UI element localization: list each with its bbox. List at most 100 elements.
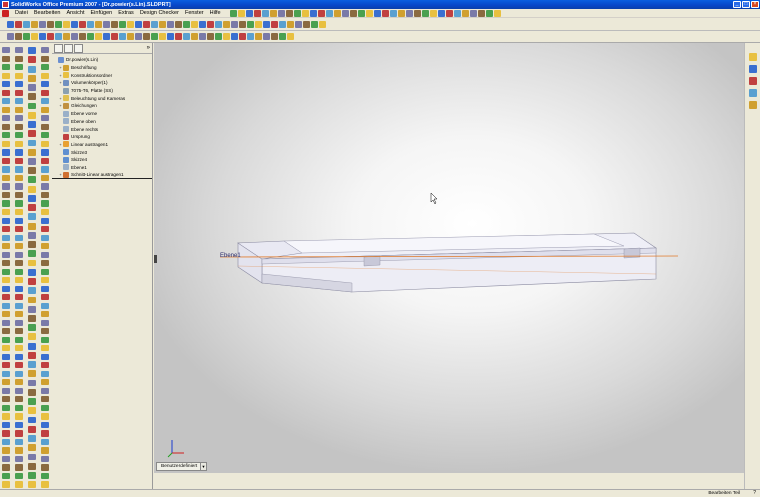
view-tool-icon[interactable] (30, 21, 38, 28)
feature-tool-icon[interactable] (15, 64, 23, 71)
feature-tool-icon[interactable] (15, 226, 23, 233)
sketch-entity-tool-icon[interactable] (28, 453, 36, 461)
tree-item[interactable]: Dr.powier(s.Lin) (52, 56, 152, 64)
feature-tool-icon[interactable] (2, 140, 10, 147)
toolbar-tool-icon[interactable] (374, 9, 382, 17)
sketch-tool-icon[interactable] (54, 33, 62, 40)
toolbar-tool-icon[interactable] (486, 9, 494, 17)
tree-item[interactable]: + Gleichungen (52, 102, 152, 110)
feature-tool-icon[interactable] (2, 370, 10, 377)
tree-item[interactable]: + Beschriftung (52, 64, 152, 72)
view-tool-icon[interactable] (174, 21, 182, 28)
feature-tool-icon[interactable] (15, 251, 23, 258)
sketch-tool-icon[interactable] (102, 33, 110, 40)
feature-tool-icon[interactable] (2, 404, 10, 411)
feature-tool-icon[interactable] (15, 243, 23, 250)
view-tool-icon[interactable] (254, 21, 262, 28)
utility-tool-icon[interactable] (41, 362, 49, 369)
feature-tool-icon[interactable] (15, 183, 23, 190)
feature-tool-icon[interactable] (15, 319, 23, 326)
sketch-tool-icon[interactable] (70, 33, 78, 40)
sketch-tool-icon[interactable] (142, 33, 150, 40)
tab-property-manager[interactable] (64, 43, 73, 53)
view-tool-icon[interactable] (62, 21, 70, 28)
feature-tool-icon[interactable] (15, 277, 23, 284)
sketch-entity-tool-icon[interactable] (28, 250, 36, 258)
graphics-area[interactable]: Ebene1 Benutzerdefiniert ▼ (154, 43, 744, 473)
utility-tool-icon[interactable] (41, 413, 49, 420)
feature-tool-icon[interactable] (2, 106, 10, 113)
feature-tool-icon[interactable] (15, 191, 23, 199)
toolbar-tool-icon[interactable] (366, 9, 374, 17)
feature-tool-icon[interactable] (2, 200, 10, 207)
utility-tool-icon[interactable] (41, 464, 49, 471)
sketch-tool-icon[interactable] (110, 33, 118, 40)
view-tool-icon[interactable] (102, 21, 110, 28)
sketch-entity-tool-icon[interactable] (28, 398, 36, 405)
view-tool-icon[interactable] (150, 21, 158, 28)
sketch-tool-icon[interactable] (286, 33, 294, 40)
model-view[interactable] (154, 43, 744, 473)
view-tool-icon[interactable] (134, 21, 142, 28)
sketch-tool-icon[interactable] (30, 33, 38, 40)
feature-tool-icon[interactable] (15, 98, 23, 105)
feature-tool-icon[interactable] (2, 353, 10, 360)
sketch-tool-icon[interactable] (158, 33, 166, 40)
feature-tool-icon[interactable] (15, 268, 23, 275)
sketch-entity-tool-icon[interactable] (28, 481, 36, 489)
view-tool-icon[interactable] (110, 21, 118, 28)
tree-item[interactable]: Ebene1 (52, 164, 152, 172)
feature-tool-icon[interactable] (2, 64, 10, 71)
minimize-button[interactable]: _ (733, 1, 741, 8)
feature-tool-icon[interactable] (15, 311, 23, 318)
sketch-entity-tool-icon[interactable] (28, 370, 36, 378)
utility-tool-icon[interactable] (41, 285, 49, 292)
view-tool-icon[interactable] (310, 21, 318, 28)
toolbar-tool-icon[interactable] (430, 9, 438, 17)
feature-tool-icon[interactable] (15, 396, 23, 403)
sketch-entity-tool-icon[interactable] (28, 241, 36, 248)
toolbar-tool-icon[interactable] (398, 9, 406, 17)
sketch-entity-tool-icon[interactable] (28, 231, 36, 239)
toolbar-tool-icon[interactable] (286, 9, 294, 17)
feature-tool-icon[interactable] (15, 123, 23, 130)
utility-tool-icon[interactable] (41, 166, 49, 173)
sketch-entity-tool-icon[interactable] (28, 194, 36, 202)
slot-notch-left[interactable] (363, 255, 381, 267)
toolbar-tool-icon[interactable] (278, 9, 286, 17)
feature-tool-icon[interactable] (2, 166, 10, 173)
toolbar-tool-icon[interactable] (342, 9, 350, 17)
sketch-entity-tool-icon[interactable] (28, 185, 36, 193)
feature-tool-icon[interactable] (2, 311, 10, 318)
utility-tool-icon[interactable] (41, 268, 49, 275)
utility-tool-icon[interactable] (41, 260, 49, 267)
menu-extras[interactable]: Extras (115, 10, 137, 16)
feature-tool-icon[interactable] (2, 208, 10, 216)
feature-tool-icon[interactable] (15, 149, 23, 156)
menu-hilfe[interactable]: Hilfe (207, 10, 224, 16)
utility-tool-icon[interactable] (41, 132, 49, 139)
toolbar-tool-icon[interactable] (382, 9, 390, 17)
utility-tool-icon[interactable] (41, 183, 49, 190)
toolbar-tool-icon[interactable] (494, 9, 502, 17)
feature-tool-icon[interactable] (15, 328, 23, 335)
menu-design-checker[interactable]: Design Checker (137, 10, 182, 16)
tree-item[interactable]: + Schnitt-Linear austragen1 (52, 171, 152, 179)
sketch-tool-icon[interactable] (190, 33, 198, 40)
toolbar-tool-icon[interactable] (358, 9, 366, 17)
feature-tool-icon[interactable] (15, 234, 23, 241)
tree-item[interactable]: + Volumenkörper(1) (52, 79, 152, 87)
sketch-tool-icon[interactable] (6, 33, 14, 40)
utility-tool-icon[interactable] (41, 430, 49, 437)
solidworks-app-icon[interactable] (2, 1, 9, 8)
view-tool-icon[interactable] (46, 21, 54, 28)
feature-tool-icon[interactable] (2, 55, 10, 62)
toolbar-tool-icon[interactable] (406, 9, 414, 17)
utility-tool-icon[interactable] (41, 345, 49, 352)
utility-tool-icon[interactable] (41, 106, 49, 113)
feature-tool-icon[interactable] (2, 123, 10, 130)
utility-tool-icon[interactable] (41, 438, 49, 446)
feature-tool-icon[interactable] (15, 294, 23, 301)
sketch-tool-icon[interactable] (94, 33, 102, 40)
view-tool-icon[interactable] (142, 21, 150, 28)
